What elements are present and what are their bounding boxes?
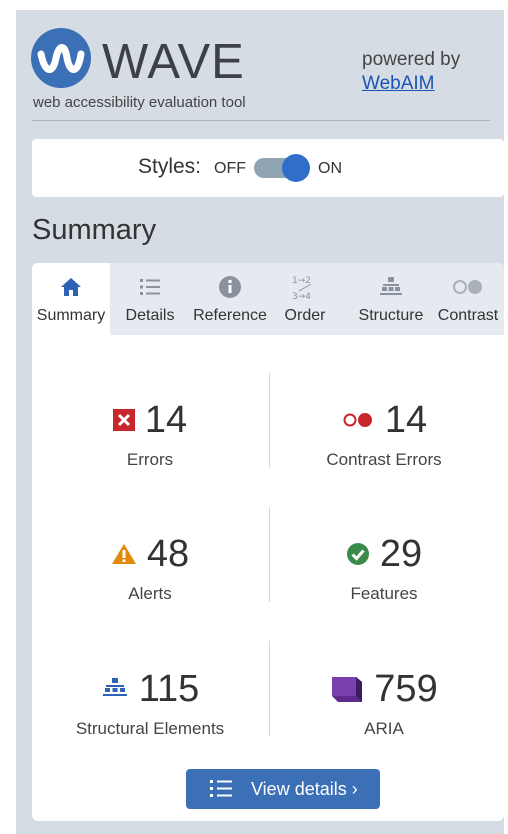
tab-contrast[interactable]: Contrast bbox=[432, 263, 504, 335]
tab-label: Contrast bbox=[437, 307, 499, 324]
error-icon bbox=[112, 409, 135, 431]
stat-errors[interactable]: 14 Errors bbox=[40, 398, 260, 470]
view-details-label: View details › bbox=[251, 779, 358, 799]
features-count: 29 bbox=[379, 533, 423, 575]
home-icon bbox=[61, 278, 81, 296]
header-divider bbox=[32, 120, 490, 121]
powered-by-label: powered by bbox=[362, 49, 461, 70]
feature-check-icon bbox=[346, 543, 369, 565]
stat-alerts[interactable]: 48 Alerts bbox=[40, 532, 260, 604]
alerts-count: 48 bbox=[146, 533, 190, 575]
errors-label: Errors bbox=[126, 450, 174, 469]
structure-icon bbox=[102, 678, 127, 696]
contrast-errors-label: Contrast Errors bbox=[326, 450, 442, 469]
summary-card: Summary Details Reference 1→2 3→4 Order … bbox=[32, 263, 504, 821]
aria-label: ARIA bbox=[364, 719, 404, 738]
svg-text:3→4: 3→4 bbox=[292, 292, 311, 301]
tab-reference[interactable]: Reference bbox=[190, 263, 270, 335]
tab-label: Summary bbox=[36, 307, 106, 324]
contrast-icon bbox=[453, 280, 482, 294]
alerts-label: Alerts bbox=[128, 584, 172, 603]
tab-bar: Summary Details Reference 1→2 3→4 Order … bbox=[32, 263, 504, 335]
tab-label: Reference bbox=[193, 307, 267, 324]
styles-toggle-switch[interactable] bbox=[254, 154, 310, 182]
structure-icon bbox=[380, 277, 402, 295]
toggle-knob[interactable] bbox=[282, 154, 310, 182]
order-icon: 1→2 3→4 bbox=[292, 276, 311, 301]
stat-features[interactable]: 29 Features bbox=[274, 532, 494, 604]
wave-logo-icon bbox=[31, 28, 91, 88]
styles-off-label: OFF bbox=[214, 160, 246, 177]
errors-count: 14 bbox=[144, 399, 188, 441]
divider bbox=[269, 507, 270, 602]
view-details-button[interactable]: View details › bbox=[186, 769, 380, 809]
svg-text:1→2: 1→2 bbox=[292, 276, 311, 286]
list-icon bbox=[140, 279, 160, 295]
logo-text: WAVE bbox=[102, 35, 245, 89]
styles-on-label: ON bbox=[318, 160, 342, 177]
styles-toggle-box: Styles: OFF ON bbox=[32, 139, 504, 197]
stat-structural-elements[interactable]: 115 Structural Elements bbox=[40, 667, 260, 739]
stat-contrast-errors[interactable]: 14 Contrast Errors bbox=[274, 398, 494, 470]
tab-structure[interactable]: Structure bbox=[350, 263, 432, 335]
divider bbox=[269, 641, 270, 736]
structural-label: Structural Elements bbox=[75, 719, 225, 738]
alert-icon bbox=[111, 544, 136, 564]
tagline: web accessibility evaluation tool bbox=[33, 94, 246, 111]
contrast-errors-count: 14 bbox=[384, 399, 428, 441]
stat-aria[interactable]: 759 ARIA bbox=[274, 667, 494, 739]
tab-label: Structure bbox=[358, 307, 424, 324]
tab-order[interactable]: 1→2 3→4 Order bbox=[270, 263, 340, 335]
tab-summary[interactable]: Summary bbox=[32, 263, 110, 335]
info-icon bbox=[219, 276, 241, 298]
features-label: Features bbox=[350, 584, 418, 603]
structural-count: 115 bbox=[138, 668, 200, 710]
tab-details[interactable]: Details bbox=[110, 263, 190, 335]
aria-icon bbox=[332, 677, 363, 702]
divider bbox=[269, 373, 270, 468]
tab-label: Details bbox=[125, 307, 175, 324]
contrast-error-icon bbox=[343, 413, 372, 427]
webaim-link[interactable]: WebAIM bbox=[362, 72, 460, 96]
styles-label: Styles: bbox=[138, 155, 202, 178]
aria-count: 759 bbox=[374, 668, 438, 710]
tab-label: Order bbox=[284, 307, 326, 324]
list-icon bbox=[210, 780, 232, 797]
powered-by: powered by WebAIM bbox=[362, 48, 460, 96]
wave-sidebar: WAVE web accessibility evaluation tool p… bbox=[16, 10, 504, 834]
summary-heading: Summary bbox=[32, 214, 157, 246]
